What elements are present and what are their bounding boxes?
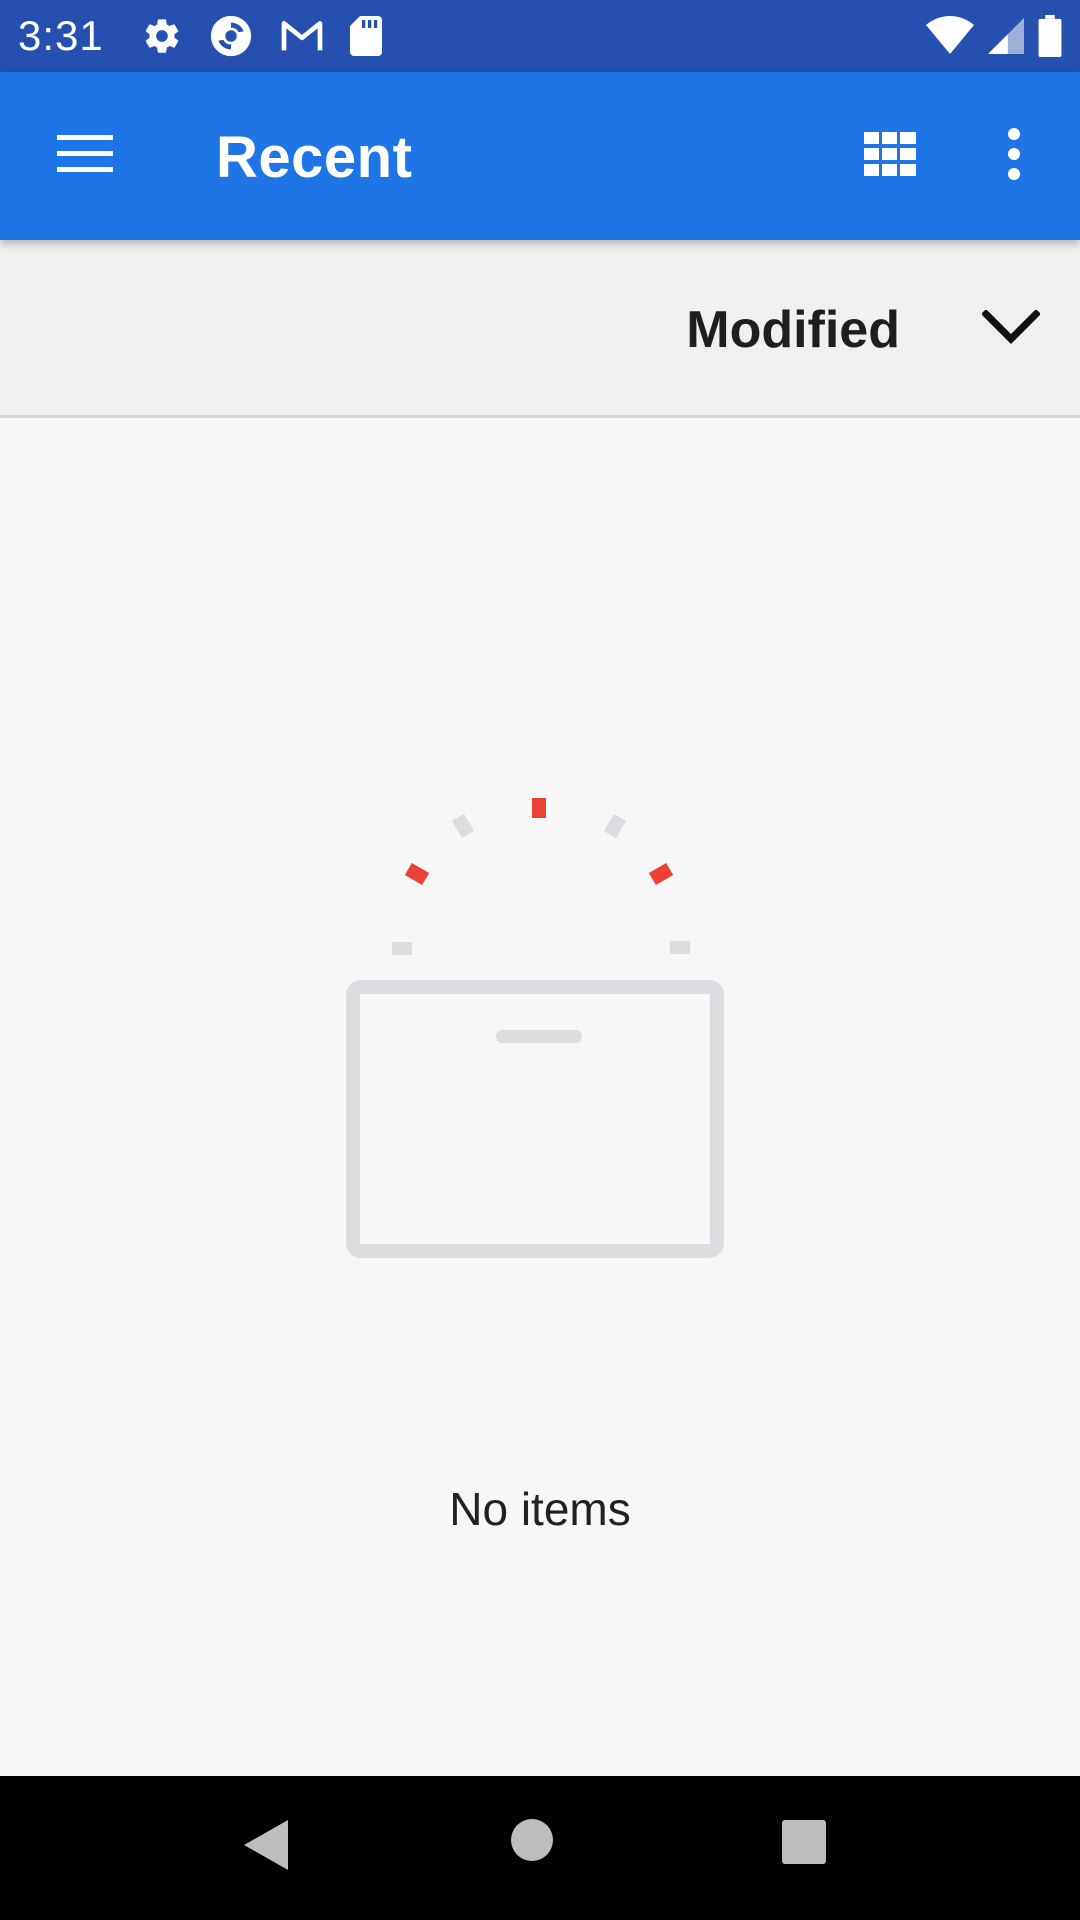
status-bar: 3:31 [0,0,1080,72]
page-title: Recent [216,125,413,190]
more-vert-icon [1006,127,1022,185]
wifi-icon [926,16,974,56]
gmail-icon [280,18,324,54]
system-nav-bar [0,1776,1080,1920]
ray-lower-right [670,941,690,954]
chevron-down-icon [981,308,1041,351]
cell-signal-icon [988,17,1024,55]
settings-icon [142,16,182,56]
menu-button[interactable] [40,116,130,196]
ray-right [648,862,674,886]
more-options-button[interactable] [976,116,1052,196]
home-button[interactable] [510,1818,570,1878]
status-time: 3:31 [18,12,104,59]
ray-upper-right [603,813,627,839]
ray-lower-left [392,942,412,955]
grid-view-button[interactable] [848,116,932,196]
sort-dropdown[interactable]: Modified [686,280,1041,380]
hamburger-menu-icon [57,133,113,180]
status-notification-icons [142,13,382,59]
empty-state-message: No items [449,1483,631,1535]
grid-view-icon [864,131,916,181]
back-icon [240,1820,290,1876]
back-button[interactable] [240,1818,300,1878]
ray-left [404,862,430,886]
recents-icon [780,1820,828,1870]
app-bar: Recent [0,72,1080,240]
box-handle [496,1030,582,1043]
ray-upper-left [451,813,475,839]
sd-card-icon [349,16,382,56]
ray-top [532,798,546,818]
home-icon [510,1819,554,1866]
empty-box [346,980,724,1258]
sort-label: Modified [686,301,900,359]
recents-button[interactable] [780,1818,840,1878]
battery-icon [1038,15,1062,57]
sync-icon [208,13,254,59]
status-system-icons [926,0,1062,72]
sort-bar: Modified [0,240,1080,418]
empty-folder-icon [340,780,740,1260]
